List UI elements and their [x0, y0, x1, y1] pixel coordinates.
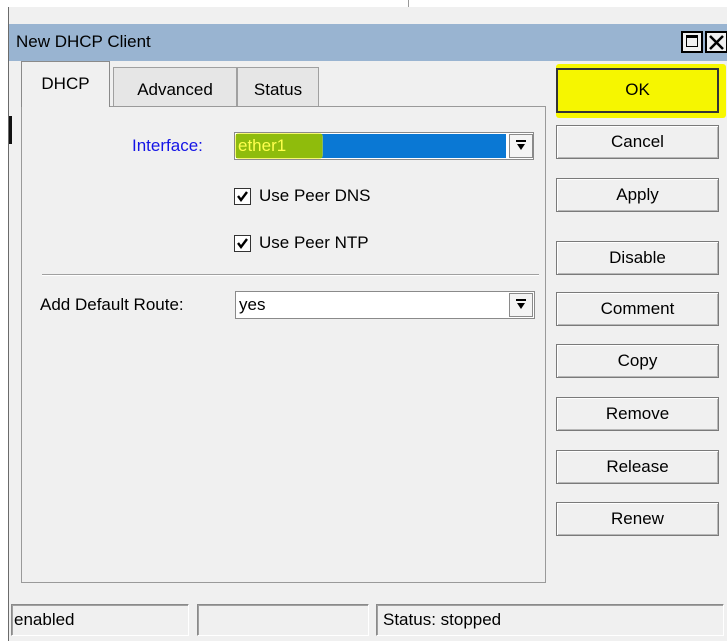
background-strip — [0, 0, 727, 7]
status-running-state: Status: stopped — [376, 604, 724, 636]
comment-button[interactable]: Comment — [556, 292, 719, 326]
checkmark-icon — [237, 238, 248, 249]
checkmark-icon — [237, 191, 248, 202]
maximize-icon — [686, 35, 698, 47]
ok-button[interactable]: OK — [556, 68, 719, 113]
interface-select[interactable]: ether1 — [234, 132, 534, 160]
tab-dhcp[interactable]: DHCP — [21, 61, 110, 107]
status-middle — [197, 604, 369, 636]
copy-button[interactable]: Copy — [556, 344, 719, 378]
add-default-route-select[interactable]: yes — [235, 291, 535, 319]
dropdown-arrow-icon — [516, 140, 526, 150]
background-divider — [408, 0, 409, 7]
cancel-button[interactable]: Cancel — [556, 125, 719, 159]
use-peer-ntp-checkbox[interactable] — [234, 235, 251, 252]
release-button[interactable]: Release — [556, 450, 719, 484]
interface-value: ether1 — [238, 136, 287, 155]
window-edge-mark — [9, 116, 12, 144]
title-bar[interactable]: New DHCP Client — [9, 24, 727, 61]
maximize-button[interactable] — [681, 31, 703, 53]
use-peer-ntp-label: Use Peer NTP — [259, 233, 369, 252]
add-default-route-value: yes — [239, 295, 266, 314]
status-bar: enabled Status: stopped — [9, 594, 727, 641]
disable-button[interactable]: Disable — [556, 241, 719, 275]
interface-dropdown-button[interactable] — [509, 134, 533, 158]
status-enabled: enabled — [11, 604, 189, 636]
tab-advanced[interactable]: Advanced — [113, 67, 237, 109]
dhcp-tab-panel: Interface: ether1 Use Peer DNS Use Peer … — [21, 106, 546, 583]
window-title: New DHCP Client — [16, 32, 151, 51]
use-peer-dns-label: Use Peer DNS — [259, 186, 371, 205]
section-divider — [42, 274, 539, 276]
close-icon — [709, 35, 724, 50]
remove-button[interactable]: Remove — [556, 397, 719, 431]
add-default-route-label: Add Default Route: — [40, 295, 184, 314]
add-default-route-dropdown-button[interactable] — [509, 293, 533, 317]
close-button[interactable] — [705, 31, 727, 53]
use-peer-dns-checkbox[interactable] — [234, 188, 251, 205]
apply-button[interactable]: Apply — [556, 178, 719, 212]
interface-label: Interface: — [132, 136, 203, 155]
tab-status[interactable]: Status — [237, 67, 319, 109]
dhcp-client-window: New DHCP Client DHCP Advanced Status Int… — [8, 7, 727, 641]
dropdown-arrow-icon — [516, 299, 526, 309]
renew-button[interactable]: Renew — [556, 502, 719, 536]
